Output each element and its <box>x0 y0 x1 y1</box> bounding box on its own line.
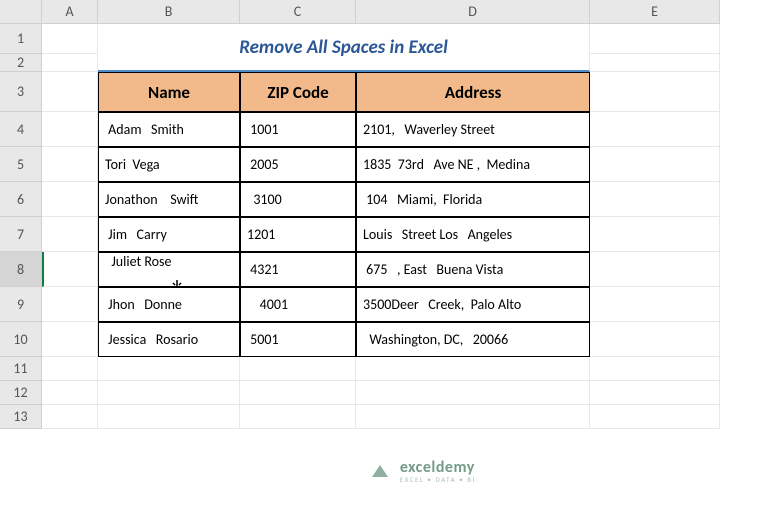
cell-d11[interactable] <box>356 357 590 381</box>
cell-name-4[interactable]: Juliet Rose <box>98 252 240 287</box>
cell-a8[interactable] <box>42 252 98 287</box>
row-header-8[interactable]: 8 <box>0 252 42 287</box>
row-header-7[interactable]: 7 <box>0 217 42 252</box>
cursor-icon <box>149 261 167 279</box>
cell-address-4[interactable]: 675 , East Buena Vista <box>356 252 590 287</box>
select-all-corner[interactable] <box>0 0 42 24</box>
cell-e12[interactable] <box>590 381 720 405</box>
row-header-10[interactable]: 10 <box>0 322 42 357</box>
row-header-11[interactable]: 11 <box>0 357 42 381</box>
cell-address-6[interactable]: Washington, DC, 20066 <box>356 322 590 357</box>
header-name[interactable]: Name <box>98 72 240 112</box>
watermark-brand: exceldemy <box>400 460 476 476</box>
cell-e3[interactable] <box>590 72 720 112</box>
col-header-a[interactable]: A <box>42 0 98 24</box>
row-header-2[interactable]: 2 <box>0 54 42 72</box>
row-header-5[interactable]: 5 <box>0 147 42 182</box>
cell-name-2[interactable]: Jonathon Swift <box>98 182 240 217</box>
cell-a5[interactable] <box>42 147 98 182</box>
row-header-1[interactable]: 1 <box>0 24 42 54</box>
cell-c13[interactable] <box>240 405 356 429</box>
title-cell[interactable]: Remove All Spaces in Excel <box>98 24 590 72</box>
cell-e9[interactable] <box>590 287 720 322</box>
cell-zip-4[interactable]: 4321 <box>240 252 356 287</box>
exceldemy-logo-icon <box>368 459 392 483</box>
row-header-3[interactable]: 3 <box>0 72 42 112</box>
cell-a11[interactable] <box>42 357 98 381</box>
cell-e4[interactable] <box>590 112 720 147</box>
cell-e8[interactable] <box>590 252 720 287</box>
cell-a4[interactable] <box>42 112 98 147</box>
cell-zip-2[interactable]: 3100 <box>240 182 356 217</box>
cell-zip-6[interactable]: 5001 <box>240 322 356 357</box>
cell-e10[interactable] <box>590 322 720 357</box>
cell-e11[interactable] <box>590 357 720 381</box>
cell-c11[interactable] <box>240 357 356 381</box>
cell-e6[interactable] <box>590 182 720 217</box>
cell-a6[interactable] <box>42 182 98 217</box>
cell-d13[interactable] <box>356 405 590 429</box>
cell-b12[interactable] <box>98 381 240 405</box>
cell-a13[interactable] <box>42 405 98 429</box>
cell-e7[interactable] <box>590 217 720 252</box>
cell-name-5[interactable]: Jhon Donne <box>98 287 240 322</box>
cell-zip-3[interactable]: 1201 <box>240 217 356 252</box>
col-header-c[interactable]: C <box>240 0 356 24</box>
cell-address-0[interactable]: 2101, Waverley Street <box>356 112 590 147</box>
cell-a1[interactable] <box>42 24 98 54</box>
cell-b13[interactable] <box>98 405 240 429</box>
spreadsheet-grid: A B C D E 1 Remove All Spaces in Excel 2… <box>0 0 767 429</box>
cell-a10[interactable] <box>42 322 98 357</box>
cell-a2[interactable] <box>42 54 98 72</box>
row-header-12[interactable]: 12 <box>0 381 42 405</box>
cell-zip-1[interactable]: 2005 <box>240 147 356 182</box>
cell-address-5[interactable]: 3500Deer Creek, Palo Alto <box>356 287 590 322</box>
cell-name-1[interactable]: Tori Vega <box>98 147 240 182</box>
cell-a9[interactable] <box>42 287 98 322</box>
row-header-6[interactable]: 6 <box>0 182 42 217</box>
cell-a7[interactable] <box>42 217 98 252</box>
col-header-b[interactable]: B <box>98 0 240 24</box>
row-header-9[interactable]: 9 <box>0 287 42 322</box>
cell-e1[interactable] <box>590 24 720 54</box>
cell-address-2[interactable]: 104 Miami, Florida <box>356 182 590 217</box>
cell-c12[interactable] <box>240 381 356 405</box>
cell-zip-5[interactable]: 4001 <box>240 287 356 322</box>
cell-a3[interactable] <box>42 72 98 112</box>
col-header-d[interactable]: D <box>356 0 590 24</box>
cell-e5[interactable] <box>590 147 720 182</box>
row-header-4[interactable]: 4 <box>0 112 42 147</box>
cell-e13[interactable] <box>590 405 720 429</box>
cell-name-6[interactable]: Jessica Rosario <box>98 322 240 357</box>
cell-zip-0[interactable]: 1001 <box>240 112 356 147</box>
cell-a12[interactable] <box>42 381 98 405</box>
cell-e2[interactable] <box>590 54 720 72</box>
cell-b11[interactable] <box>98 357 240 381</box>
col-header-e[interactable]: E <box>590 0 720 24</box>
header-address[interactable]: Address <box>356 72 590 112</box>
cell-name-3[interactable]: Jim Carry <box>98 217 240 252</box>
cell-address-1[interactable]: 1835 73rd Ave NE , Medina <box>356 147 590 182</box>
cell-name-0[interactable]: Adam Smith <box>98 112 240 147</box>
watermark: exceldemy EXCEL • DATA • BI <box>368 459 476 483</box>
row-header-13[interactable]: 13 <box>0 405 42 429</box>
cell-address-3[interactable]: Louis Street Los Angeles <box>356 217 590 252</box>
cell-d12[interactable] <box>356 381 590 405</box>
watermark-tagline: EXCEL • DATA • BI <box>400 476 476 483</box>
header-zip[interactable]: ZIP Code <box>240 72 356 112</box>
